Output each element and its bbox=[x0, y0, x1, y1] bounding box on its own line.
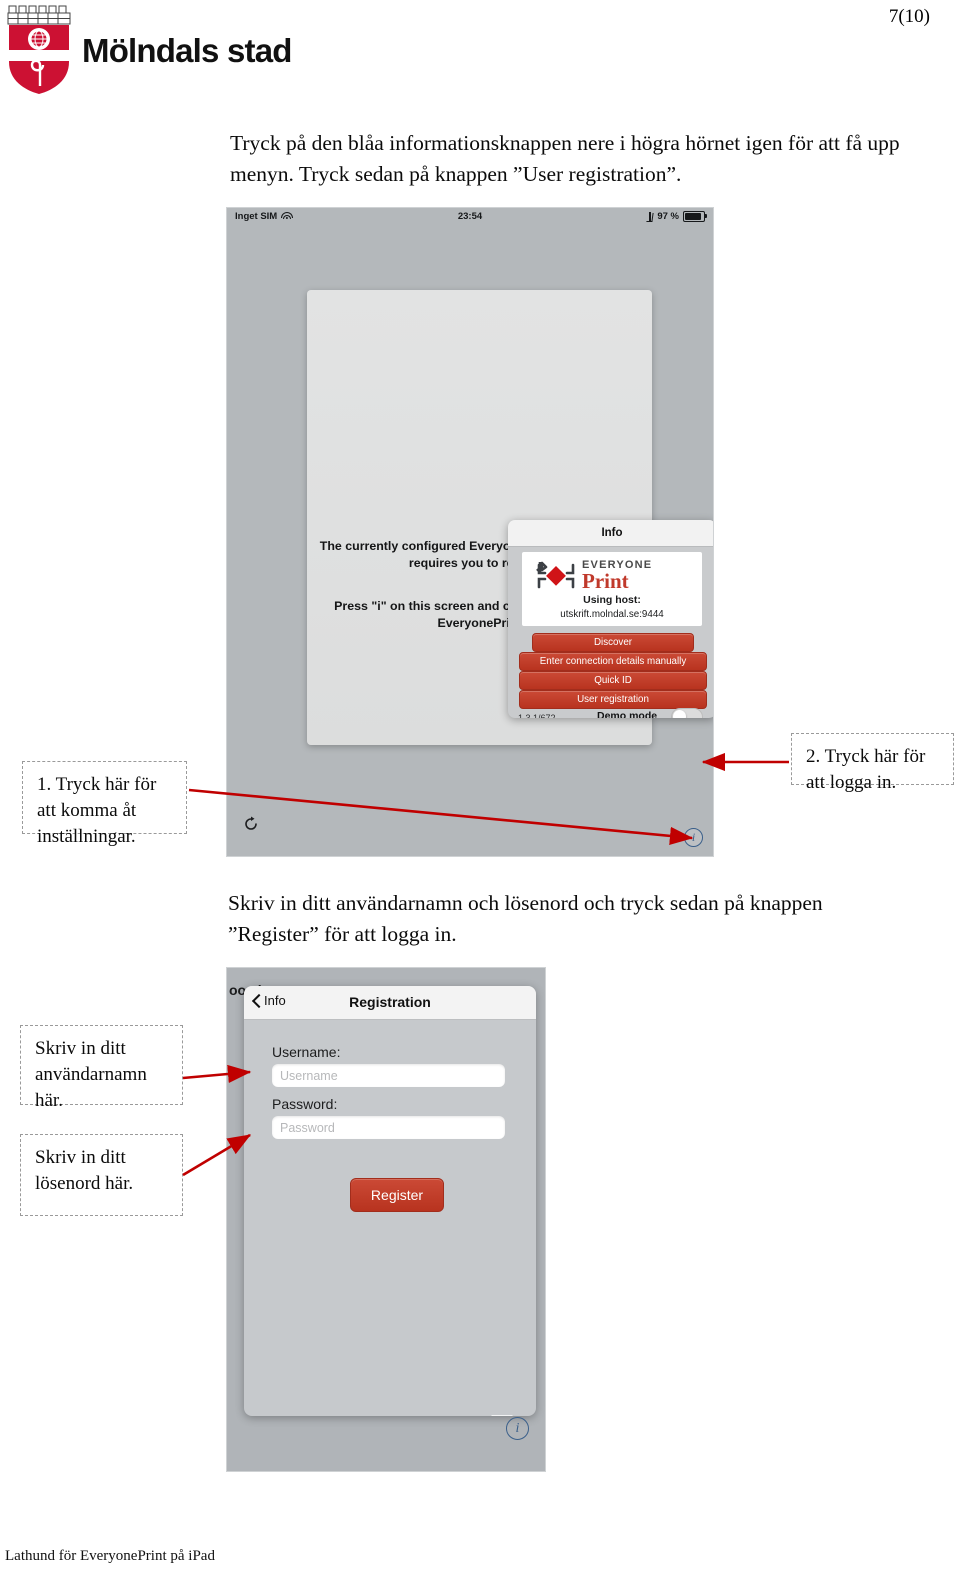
registration-popover-header: Info Registration bbox=[244, 986, 536, 1020]
bluetooth-icon bbox=[647, 211, 653, 222]
everyoneprint-diamond-icon bbox=[536, 561, 575, 589]
demo-mode-label: Demo mode bbox=[597, 710, 658, 718]
info-popover-title: Info bbox=[508, 520, 713, 547]
register-button[interactable]: Register bbox=[350, 1178, 444, 1212]
organization-logo: Mölndals stad bbox=[6, 4, 306, 99]
status-bar-clock: 23:54 bbox=[457, 211, 483, 222]
instruction-paragraph-top: Tryck på den blåa informationsknappen ne… bbox=[230, 131, 900, 186]
callout-step-1: 1. Tryck här för att komma åt inställnin… bbox=[22, 761, 187, 847]
demo-mode-toggle[interactable] bbox=[671, 708, 703, 718]
battery-percent-label: 97 % bbox=[657, 211, 679, 222]
instruction-paragraph-middle: Skriv in ditt användarnamn och lösenord … bbox=[228, 891, 823, 946]
info-button[interactable]: i bbox=[684, 828, 703, 847]
ipad-screenshot-info-popover: Inget SIM 23:54 97 % The currently confi… bbox=[226, 207, 714, 857]
username-label: Username: bbox=[272, 1044, 341, 1060]
info-button[interactable]: i bbox=[506, 1417, 529, 1440]
popover-tail bbox=[491, 1415, 513, 1416]
page-number: 7(10) bbox=[888, 6, 930, 27]
everyoneprint-wordmark: EVERYONE Print bbox=[582, 559, 652, 592]
callout-step-2: 2. Tryck här för att logga in. bbox=[791, 733, 954, 793]
callout-password: Skriv in ditt lösenord här. bbox=[20, 1134, 183, 1216]
host-label: Using host: bbox=[583, 594, 641, 606]
registration-popover: Info Registration Username: Username Pas… bbox=[244, 986, 536, 1416]
molndal-coat-of-arms-icon bbox=[7, 5, 71, 94]
enter-connection-details-button[interactable]: Enter connection details manually bbox=[519, 652, 707, 671]
ipad-screenshot-registration: oo eh Info Registration Username: Userna… bbox=[226, 967, 546, 1472]
callout-username: Skriv in ditt användarnamn här. bbox=[20, 1025, 183, 1111]
password-input[interactable]: Password bbox=[272, 1116, 505, 1139]
username-input[interactable]: Username bbox=[272, 1064, 505, 1087]
ios-status-bar: Inget SIM 23:54 97 % bbox=[227, 208, 713, 226]
user-registration-button[interactable]: User registration bbox=[519, 690, 707, 709]
quick-id-button[interactable]: Quick ID bbox=[519, 671, 707, 690]
status-bar-right: 97 % bbox=[647, 211, 707, 222]
organization-name: Mölndals stad bbox=[82, 32, 292, 69]
app-version-label: 1.3.1/672 bbox=[518, 713, 556, 718]
registration-title: Registration bbox=[349, 994, 431, 1010]
document-footer: Lathund för EveryonePrint på iPad bbox=[5, 1548, 215, 1564]
host-value: utskrift.molndal.se:9444 bbox=[560, 609, 664, 620]
discover-button[interactable]: Discover bbox=[532, 633, 694, 652]
refresh-icon[interactable] bbox=[243, 816, 259, 832]
password-label: Password: bbox=[272, 1096, 338, 1112]
logo-word-print: Print bbox=[582, 569, 629, 593]
everyoneprint-logo: EVERYONE Print bbox=[532, 557, 690, 595]
battery-icon bbox=[683, 211, 707, 222]
everyoneprint-logo-box: EVERYONE Print Using host: utskrift.moln… bbox=[522, 552, 702, 626]
info-popover: Info EVERYONE Print Using host: utskrift… bbox=[508, 520, 713, 718]
